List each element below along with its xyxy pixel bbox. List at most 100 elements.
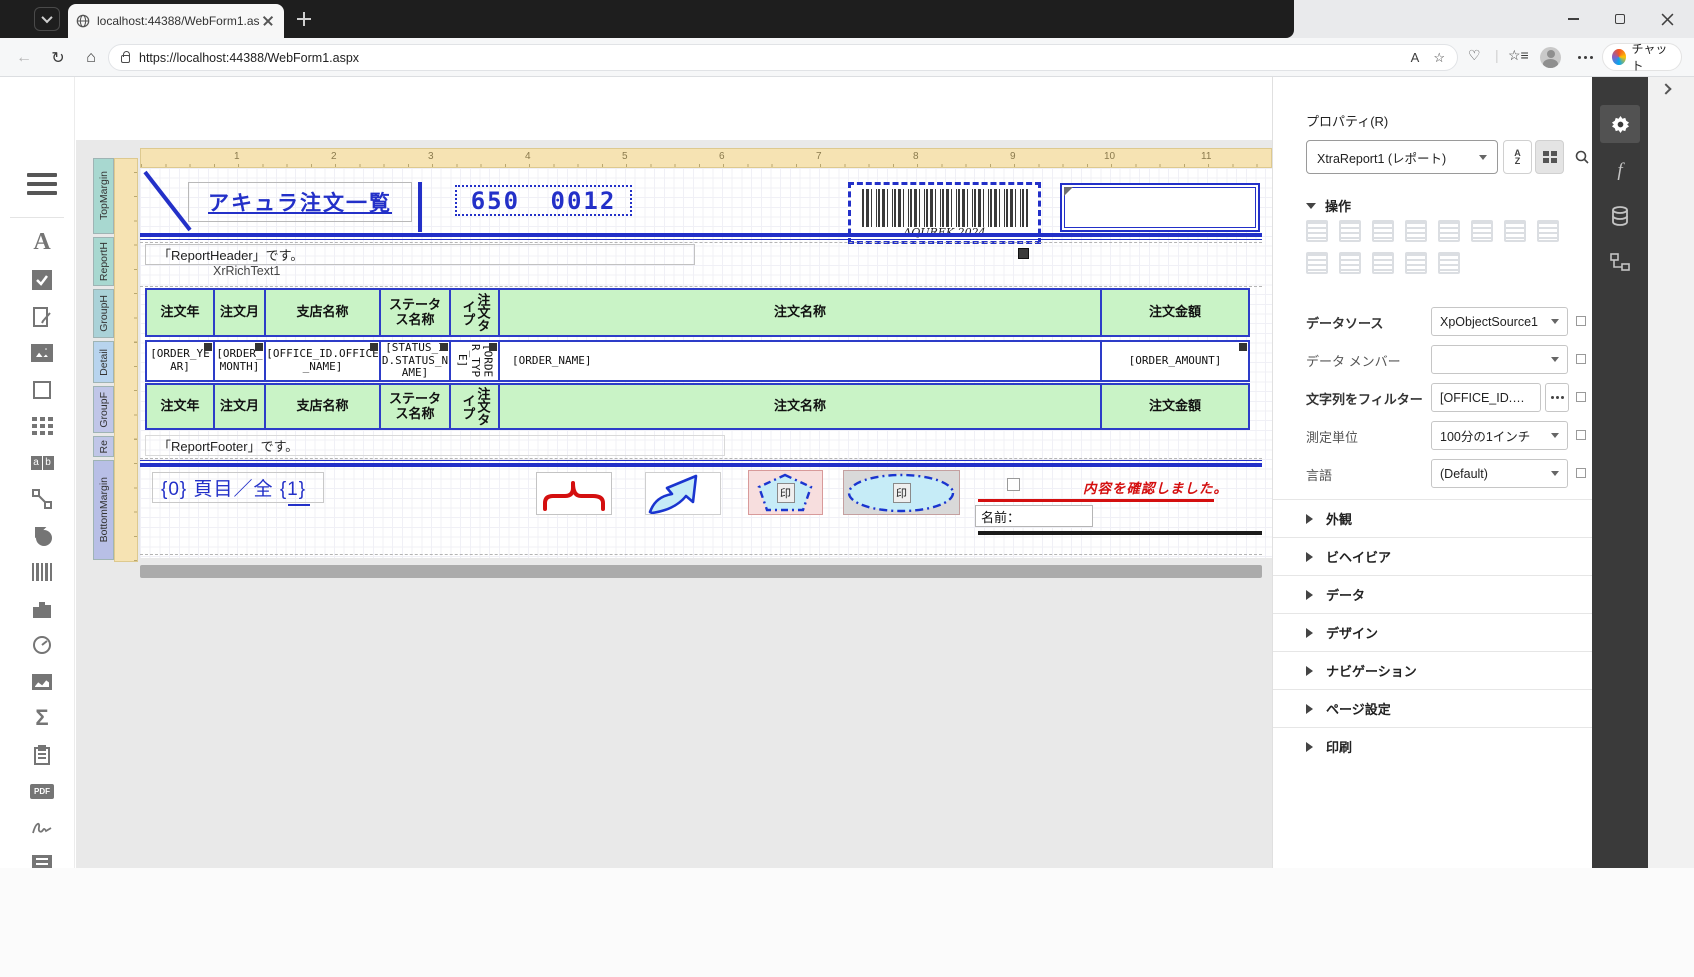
component-selector[interactable]: XtraReport1 (レポート) xyxy=(1306,140,1498,174)
smart-tag-icon[interactable] xyxy=(1018,248,1029,259)
home-button[interactable]: ⌂ xyxy=(79,46,103,70)
richtext-control[interactable]: XrRichText1 xyxy=(213,264,280,278)
field-cell[interactable]: [ORDER_NAME] xyxy=(498,340,1102,382)
new-tab-button[interactable] xyxy=(295,10,313,28)
section-design[interactable]: デザイン xyxy=(1273,613,1593,651)
ellipsis-button[interactable] xyxy=(1545,383,1569,412)
chart-tool-icon[interactable] xyxy=(21,592,63,626)
browser-tab[interactable]: localhost:44388/WebForm1.aspx xyxy=(68,4,284,38)
section-appearance[interactable]: 外観 xyxy=(1273,499,1593,537)
vertical-line-control[interactable] xyxy=(418,182,422,232)
browser-essentials-icon[interactable]: ♡ xyxy=(1468,47,1481,64)
red-underline-control[interactable] xyxy=(978,499,1214,502)
band-tab-groupfooter[interactable]: GroupF xyxy=(93,386,114,433)
band-tab-detail[interactable]: Detail xyxy=(93,341,114,383)
back-button[interactable]: ← xyxy=(12,46,36,70)
smart-tag-icon[interactable] xyxy=(255,343,263,351)
prop-value-measureunit[interactable]: 100分の1インチ xyxy=(1431,421,1568,450)
header-cell[interactable]: 注文月 xyxy=(213,288,266,337)
profile-avatar[interactable] xyxy=(1540,47,1561,68)
binding-marker[interactable] xyxy=(1576,392,1586,402)
field-cell[interactable]: [ORDER_YEAR] xyxy=(145,340,215,382)
tab-properties[interactable] xyxy=(1600,105,1640,143)
barcode-digits-control[interactable]: 650 0012 xyxy=(455,185,632,216)
window-minimize-button[interactable] xyxy=(1550,0,1596,38)
sort-az-button[interactable]: AZ xyxy=(1503,140,1532,174)
richtext-tool-icon[interactable] xyxy=(21,300,63,334)
line-tool-icon[interactable] xyxy=(21,482,63,516)
field-cell[interactable]: [OFFICE_ID.OFFICE_NAME] xyxy=(264,340,381,382)
charactercomb-tool-icon[interactable]: a b xyxy=(21,446,63,480)
header-cell[interactable]: 注文タイプ xyxy=(449,288,500,337)
prop-value-datamember[interactable] xyxy=(1431,345,1568,374)
smart-tag-icon[interactable] xyxy=(489,343,497,351)
browser-menu-icon[interactable] xyxy=(1578,56,1581,59)
section-print[interactable]: 印刷 xyxy=(1273,727,1593,765)
band-tab-reportfooter[interactable]: Re xyxy=(93,436,114,457)
tab-fieldlist[interactable] xyxy=(1600,197,1640,235)
barcode-tool-icon[interactable] xyxy=(21,555,63,589)
section-data[interactable]: データ xyxy=(1273,575,1593,613)
field-cell[interactable]: [ORDER_TYPE] xyxy=(449,340,500,382)
category-view-button[interactable] xyxy=(1535,140,1564,174)
clipboard-tool-icon[interactable] xyxy=(21,738,63,772)
signature-tool-icon[interactable] xyxy=(21,811,63,845)
name-field-control[interactable]: 名前： xyxy=(975,505,1093,527)
footer-cell[interactable]: 支店名称 xyxy=(264,383,381,430)
tab-search-button[interactable] xyxy=(34,7,60,31)
section-operations[interactable]: 操作 xyxy=(1306,196,1351,215)
band-tab-topmargin[interactable]: TopMargin xyxy=(93,158,114,234)
pdf-tool-icon[interactable]: PDF xyxy=(21,774,63,808)
checkbox-tool-icon[interactable] xyxy=(21,263,63,297)
read-aloud-icon[interactable]: A xyxy=(1411,50,1420,65)
field-cell[interactable]: [ORDER_MONTH] xyxy=(213,340,266,382)
stamp-shape-control[interactable]: 印 xyxy=(843,470,960,515)
binding-marker[interactable] xyxy=(1576,430,1586,440)
binding-marker[interactable] xyxy=(1576,468,1586,478)
smart-tag-icon[interactable] xyxy=(440,343,448,351)
smart-tag-icon[interactable] xyxy=(204,343,212,351)
checkbox-control[interactable] xyxy=(1007,478,1020,491)
favorites-bar-icon[interactable]: ☆≡ xyxy=(1508,47,1529,64)
section-behavior[interactable]: ビヘイビア xyxy=(1273,537,1593,575)
band-tab-groupheader[interactable]: GroupH xyxy=(93,289,114,338)
section-navigation[interactable]: ナビゲーション xyxy=(1273,651,1593,689)
footer-cell[interactable]: ステータス名称 xyxy=(379,383,451,430)
field-cell[interactable]: [STATUS_ID.STATUS_NAME] xyxy=(379,340,451,382)
confirm-text-label[interactable]: 内容を確認しました。 xyxy=(1083,477,1263,497)
reportheader-note-label[interactable]: 「ReportHeader」です。 xyxy=(145,244,695,265)
footer-cell[interactable]: 注文年 xyxy=(145,383,215,430)
arrow-shape-control[interactable] xyxy=(645,472,721,515)
binding-marker[interactable] xyxy=(1576,316,1586,326)
prop-value-filterstring[interactable]: [OFFICE_ID.OFFICE_ID] ... xyxy=(1431,383,1541,412)
header-cell[interactable]: 注文名称 xyxy=(498,288,1102,337)
section-pagesettings[interactable]: ページ設定 xyxy=(1273,689,1593,727)
window-close-button[interactable] xyxy=(1644,0,1690,38)
gauge-tool-icon[interactable] xyxy=(21,628,63,662)
footer-cell[interactable]: 注文金額 xyxy=(1100,383,1250,430)
copilot-button[interactable]: チャット xyxy=(1602,43,1682,71)
header-cell[interactable]: 注文年 xyxy=(145,288,215,337)
page-info-control[interactable]: {0} 頁目／全 {1} xyxy=(152,472,324,503)
footer-cell[interactable]: 注文タイプ xyxy=(449,383,500,430)
smart-tag-icon[interactable] xyxy=(370,343,378,351)
header-cell[interactable]: 支店名称 xyxy=(264,288,381,337)
binding-marker[interactable] xyxy=(1576,354,1586,364)
diagonal-line-control[interactable] xyxy=(143,170,193,232)
panel-tool-icon[interactable] xyxy=(21,373,63,407)
window-maximize-button[interactable] xyxy=(1597,0,1643,38)
header-cell[interactable]: 注文金額 xyxy=(1100,288,1250,337)
menu-button[interactable] xyxy=(27,173,57,200)
sigma-tool-icon[interactable]: Σ xyxy=(21,701,63,735)
header-cell[interactable]: ステータス名称 xyxy=(379,288,451,337)
picturebox-tool-icon[interactable] xyxy=(21,336,63,370)
footer-cell[interactable]: 注文月 xyxy=(213,383,266,430)
tab-expressions[interactable]: f xyxy=(1600,152,1640,190)
table-tool-icon[interactable] xyxy=(21,409,63,443)
url-text[interactable]: https://localhost:44388/WebForm1.aspx xyxy=(139,51,1397,65)
reportfooter-note-label[interactable]: 「ReportFooter」です。 xyxy=(145,435,725,456)
brace-shape-control[interactable] xyxy=(536,472,612,515)
black-line-control[interactable] xyxy=(978,531,1262,535)
shape-tool-icon[interactable] xyxy=(21,519,63,553)
separator-line-control[interactable] xyxy=(140,233,1262,240)
